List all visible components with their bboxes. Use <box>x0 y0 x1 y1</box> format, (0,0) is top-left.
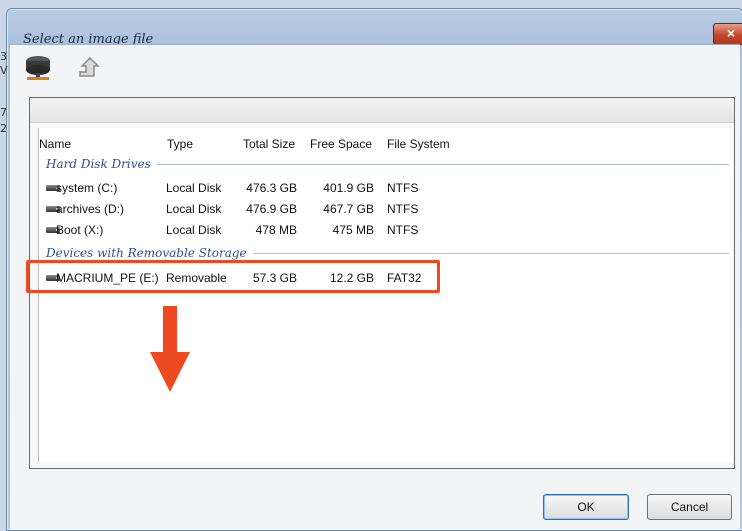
network-drive-button[interactable] <box>20 51 56 85</box>
column-header-total-size[interactable]: Total Size <box>243 137 295 151</box>
close-button[interactable]: × <box>713 23 742 45</box>
network-drive-icon <box>26 56 50 80</box>
drive-total-size: 478 MB <box>255 223 297 237</box>
drive-name: system (C:) <box>56 181 118 195</box>
column-header-type[interactable]: Type <box>167 137 193 151</box>
column-header-file-system[interactable]: File System <box>387 137 450 151</box>
drive-free-space: 401.9 GB <box>323 181 374 195</box>
group-divider <box>252 252 729 254</box>
annotation-down-arrow-icon <box>150 306 190 392</box>
annotation-highlight-box <box>26 260 440 293</box>
up-folder-button[interactable] <box>70 51 106 85</box>
group-header-hard-disk-drives: Hard Disk Drives <box>46 156 729 172</box>
group-label: Devices with Removable Storage <box>46 246 247 260</box>
drive-file-system: NTFS <box>387 181 419 195</box>
column-header-free-space[interactable]: Free Space <box>310 137 372 151</box>
panel-header-strip <box>30 98 734 123</box>
drive-free-space: 467.7 GB <box>323 202 374 216</box>
drive-file-system: NTFS <box>387 202 419 216</box>
drive-file-system: NTFS <box>387 223 419 237</box>
edge-glyph: V <box>0 64 8 77</box>
drive-type: Local Disk <box>166 202 222 216</box>
drive-type: Local Disk <box>166 181 222 195</box>
drive-row[interactable]: system (C:) Local Disk 476.3 GB 401.9 GB… <box>39 179 733 197</box>
drive-total-size: 476.3 GB <box>246 181 297 195</box>
group-divider <box>156 163 729 165</box>
drive-row[interactable]: archives (D:) Local Disk 476.9 GB 467.7 … <box>39 200 733 218</box>
drive-free-space: 475 MB <box>332 223 374 237</box>
edge-glyph: 7 <box>0 106 7 119</box>
edge-glyph: 2 <box>0 122 7 135</box>
drive-total-size: 476.9 GB <box>246 202 297 216</box>
group-header-removable-storage: Devices with Removable Storage <box>46 245 729 261</box>
drive-type: Local Disk <box>166 223 222 237</box>
edge-glyph: 3 <box>0 50 7 63</box>
up-folder-icon <box>79 56 100 77</box>
ok-button[interactable]: OK <box>543 494 629 520</box>
drive-name: Boot (X:) <box>56 223 104 237</box>
drive-list: Name Type Total Size Free Space File Sys… <box>38 128 733 462</box>
cancel-button[interactable]: Cancel <box>647 494 732 520</box>
group-label: Hard Disk Drives <box>46 157 151 171</box>
drive-name: archives (D:) <box>56 202 125 216</box>
column-header-name[interactable]: Name <box>39 137 71 151</box>
drive-row[interactable]: Boot (X:) Local Disk 478 MB 475 MB NTFS <box>39 221 733 239</box>
